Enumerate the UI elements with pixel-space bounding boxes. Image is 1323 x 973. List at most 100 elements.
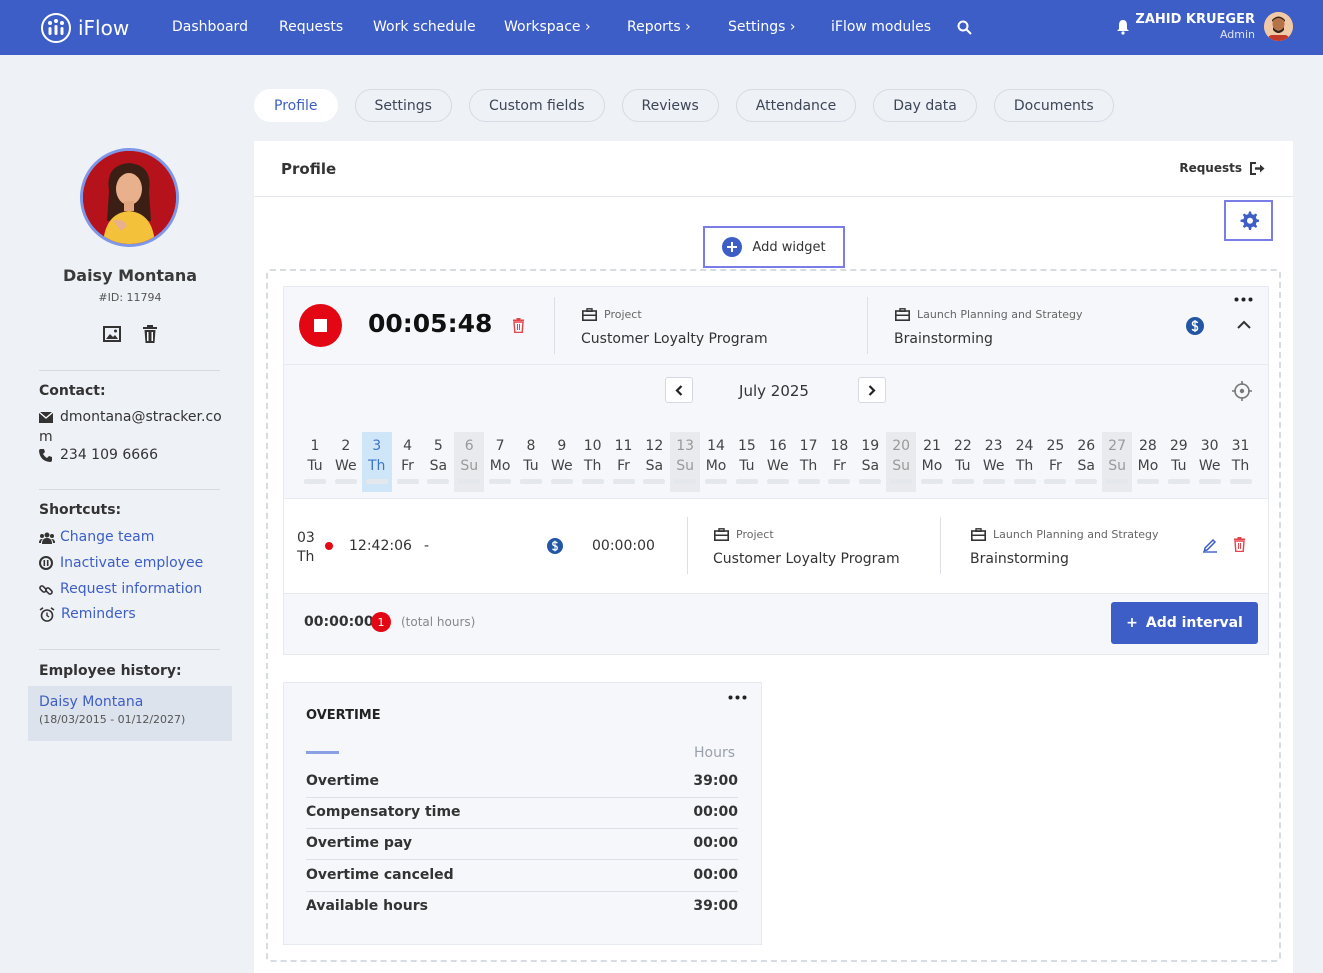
tab-day-data[interactable]: Day data [873, 89, 977, 122]
nav-workspace[interactable]: Workspace › [504, 19, 591, 35]
tab-custom-fields[interactable]: Custom fields [468, 89, 605, 122]
calendar-day[interactable]: 21 Mo [917, 432, 947, 492]
calendar-day[interactable]: 5 Sa [423, 432, 453, 492]
nav-requests[interactable]: Requests [279, 19, 343, 35]
shortcut-change-team[interactable]: Change team [60, 529, 154, 545]
briefcase-icon [714, 528, 729, 541]
calendar-day[interactable]: 26 Sa [1071, 432, 1101, 492]
calendar-day[interactable]: 14 Mo [701, 432, 731, 492]
calendar-day-number: 6 [464, 438, 474, 454]
calendar-day[interactable]: 31 Th [1226, 432, 1256, 492]
trash-icon[interactable] [142, 325, 158, 343]
calendar-day[interactable]: 23 We [979, 432, 1009, 492]
tab-reviews[interactable]: Reviews [621, 89, 719, 122]
tab-settings[interactable]: Settings [354, 89, 452, 122]
running-indicator [325, 542, 333, 550]
calendar-day-bar [396, 479, 419, 484]
crosshair-icon[interactable] [1232, 381, 1252, 401]
calendar-day[interactable]: 16 We [763, 432, 793, 492]
envelope-icon [39, 412, 53, 423]
calendar-day[interactable]: 29 Tu [1164, 432, 1194, 492]
image-icon[interactable] [103, 325, 121, 343]
chevron-up-icon[interactable] [1237, 320, 1251, 329]
calendar-day-number: 14 [707, 438, 725, 454]
calendar-day-number: 7 [495, 438, 505, 454]
calendar-day[interactable]: 20 Su [886, 432, 917, 492]
calendar-day-name: Mo [1137, 458, 1159, 474]
calendar-day[interactable]: 10 Th [578, 432, 608, 492]
calendar-day[interactable]: 22 Tu [948, 432, 978, 492]
overtime-row-value: 39:00 [693, 898, 738, 914]
tab-attendance[interactable]: Attendance [735, 89, 857, 122]
calendar-day[interactable]: 7 Mo [485, 432, 515, 492]
calendar-day[interactable]: 6 Su [454, 432, 485, 492]
bell-icon[interactable] [1116, 19, 1130, 35]
widget-settings-button[interactable] [1224, 200, 1273, 241]
user-name[interactable]: ZAHID KRUEGER [1135, 12, 1255, 27]
chevron-right-icon: › [584, 19, 591, 35]
email-line-1: dmontana@stracker.co [60, 409, 222, 425]
next-month-button[interactable] [858, 377, 886, 403]
nav-work-schedule[interactable]: Work schedule [373, 19, 476, 35]
calendar-day-bar [735, 479, 758, 484]
calendar-day-name: Mo [705, 458, 727, 474]
calendar-day[interactable]: 8 Tu [516, 432, 546, 492]
calendar-day[interactable]: 12 Sa [639, 432, 669, 492]
calendar-day-name: Th [583, 458, 602, 474]
calendar-day[interactable]: 15 Tu [732, 432, 762, 492]
calendar-day[interactable]: 18 Fr [824, 432, 854, 492]
alarm-clock-icon [39, 607, 55, 622]
edit-icon[interactable] [1202, 537, 1218, 553]
more-options-icon[interactable] [1234, 297, 1253, 302]
calendar-day[interactable]: 25 Fr [1040, 432, 1070, 492]
trash-icon[interactable] [512, 318, 525, 333]
trash-icon[interactable] [1233, 537, 1246, 552]
user-avatar[interactable] [1264, 12, 1293, 41]
app-logo[interactable]: iFlow [40, 12, 129, 44]
calendar-day[interactable]: 13 Su [670, 432, 701, 492]
calendar-day-name: Tu [523, 458, 539, 474]
previous-month-button[interactable] [665, 377, 693, 403]
calendar-day[interactable]: 9 We [547, 432, 577, 492]
history-entry[interactable]: Daisy Montana (18/03/2015 - 01/12/2027) [28, 686, 232, 741]
calendar-day-number: 12 [645, 438, 664, 454]
employee-email[interactable]: dmontana@stracker.co [60, 407, 222, 427]
calendar-day[interactable]: 27 Su [1102, 432, 1133, 492]
calendar-day[interactable]: 17 Th [794, 432, 824, 492]
tab-profile[interactable]: Profile [254, 89, 338, 122]
divider [867, 297, 868, 354]
nav-iflow-modules[interactable]: iFlow modules [831, 19, 931, 35]
calendar-day-number: 25 [1046, 438, 1065, 454]
calendar-day[interactable]: 1 Tu [300, 432, 330, 492]
calendar-day[interactable]: 30 We [1195, 432, 1225, 492]
more-options-icon[interactable] [728, 695, 747, 700]
calendar-day[interactable]: 24 Th [1010, 432, 1040, 492]
calendar-day[interactable]: 2 We [331, 432, 361, 492]
briefcase-icon [582, 308, 597, 321]
project-value: Customer Loyalty Program [581, 331, 768, 347]
users-icon [39, 532, 55, 544]
nav-reports[interactable]: Reports › [627, 19, 691, 35]
shortcut-reminders[interactable]: Reminders [61, 606, 136, 622]
nav-dashboard[interactable]: Dashboard [172, 19, 248, 35]
calendar-day-number: 9 [557, 438, 567, 454]
calendar-day[interactable]: 28 Mo [1133, 432, 1163, 492]
nav-settings[interactable]: Settings › [728, 19, 795, 35]
calendar-day-name: We [766, 458, 789, 474]
calendar-day[interactable]: 4 Fr [393, 432, 423, 492]
add-interval-button[interactable]: + Add interval [1111, 602, 1258, 644]
add-interval-label: Add interval [1145, 615, 1243, 631]
calendar-day-name: Tu [1171, 458, 1187, 474]
requests-link[interactable]: Requests [1179, 161, 1265, 175]
stop-timer-button[interactable] [299, 304, 342, 347]
shortcut-inactivate-employee[interactable]: Inactivate employee [60, 555, 203, 571]
calendar-day-name: Sa [1077, 458, 1095, 474]
calendar-day[interactable]: 19 Sa [855, 432, 885, 492]
shortcut-request-information[interactable]: Request information [60, 581, 202, 597]
calendar-day[interactable]: 3 Th [361, 432, 392, 492]
project-label: Project [604, 308, 642, 321]
calendar-day[interactable]: 11 Fr [609, 432, 639, 492]
search-icon[interactable] [957, 20, 972, 35]
tab-documents[interactable]: Documents [993, 89, 1114, 122]
add-widget-button[interactable]: Add widget [703, 226, 845, 268]
